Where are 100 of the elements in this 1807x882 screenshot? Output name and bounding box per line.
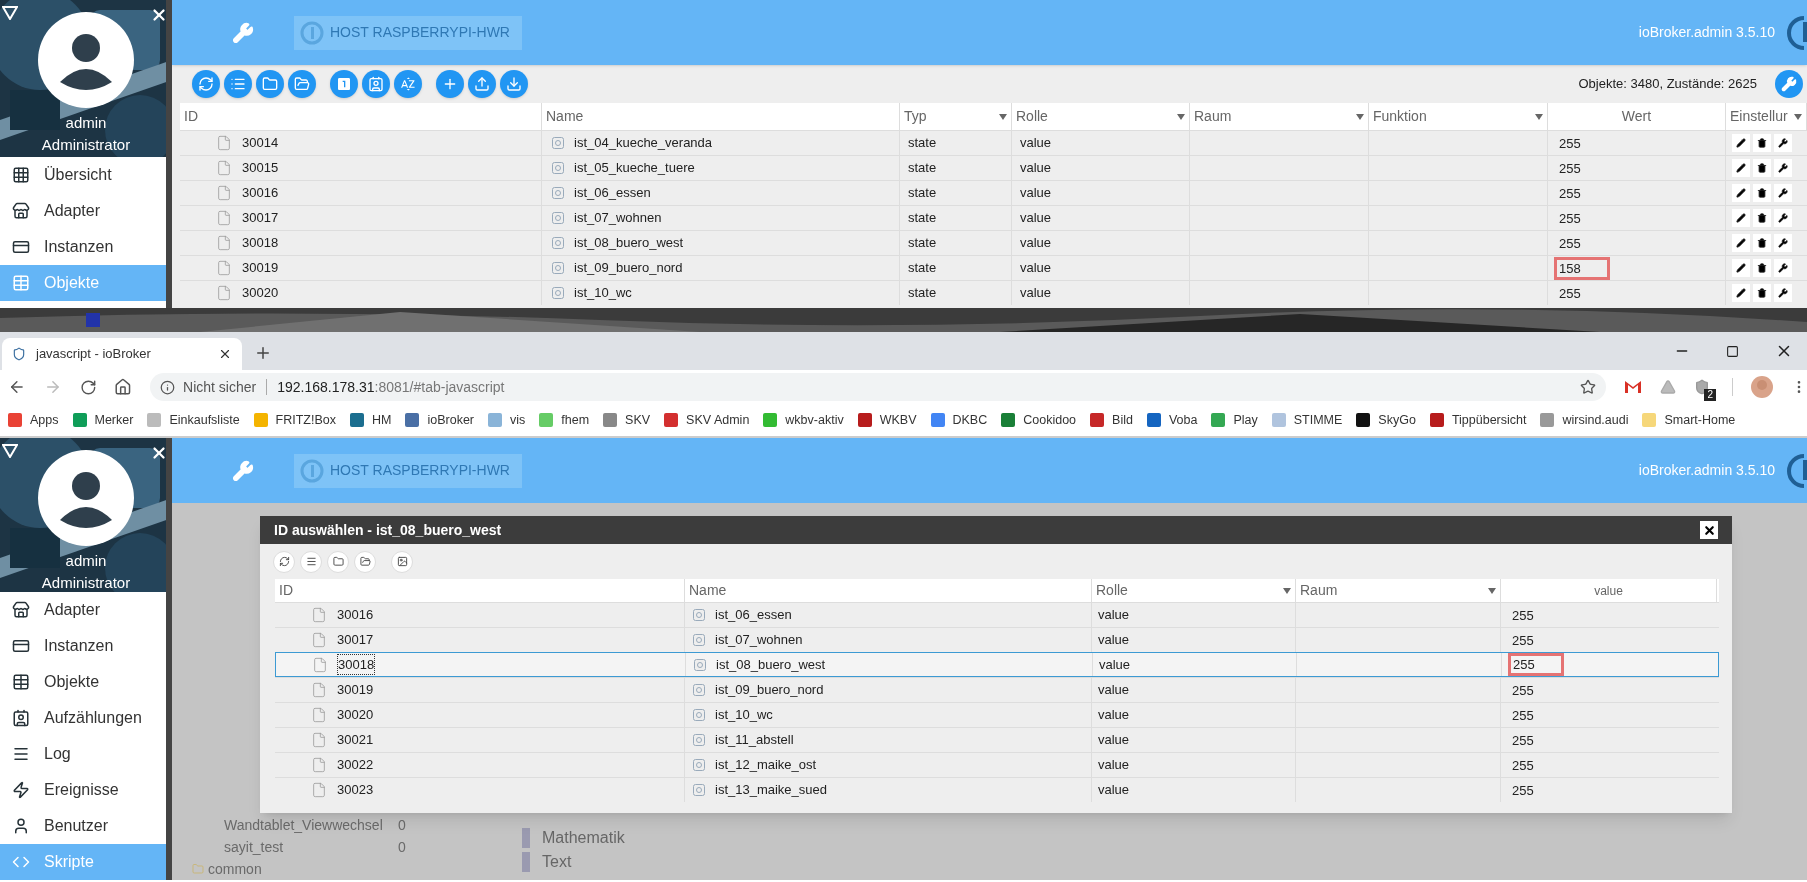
folder-button[interactable] — [256, 70, 284, 98]
table-row[interactable]: 30023 ist_13_maike_sued value 255 — [275, 777, 1719, 802]
bookmark[interactable]: SKV Admin — [664, 410, 750, 430]
folder-button[interactable] — [354, 550, 376, 573]
caret-icon[interactable] — [1356, 113, 1364, 120]
close-icon[interactable] — [150, 444, 168, 462]
mail-icon[interactable] — [1624, 380, 1642, 394]
folder-button[interactable] — [288, 70, 316, 98]
column-header[interactable]: ID — [275, 579, 685, 602]
settings-button[interactable] — [1774, 184, 1792, 202]
edit-button[interactable] — [1732, 259, 1750, 277]
bookmark-star-icon[interactable] — [1580, 379, 1596, 395]
edit-button[interactable] — [1732, 134, 1750, 152]
dropdown-icon[interactable] — [2, 444, 18, 458]
nav-item[interactable]: Übersicht — [0, 157, 166, 193]
bookmark[interactable]: WKBV — [857, 410, 917, 430]
number-button[interactable] — [330, 70, 358, 98]
bookmark[interactable]: fhem — [539, 410, 590, 430]
edit-button[interactable] — [1732, 159, 1750, 177]
nav-item[interactable]: Instanzen — [0, 628, 166, 664]
table-row[interactable]: 30022 ist_12_maike_ost value 255 — [275, 752, 1719, 777]
caret-icon[interactable] — [1283, 587, 1291, 594]
back-icon[interactable] — [8, 378, 26, 396]
settings-button[interactable] — [1774, 284, 1792, 302]
table-row[interactable]: 30016 ist_06_essen value 255 — [275, 602, 1719, 627]
download-button[interactable] — [500, 70, 528, 98]
column-header[interactable]: Name — [685, 579, 1092, 602]
settings-button[interactable] — [1774, 209, 1792, 227]
contact-button[interactable] — [362, 70, 390, 98]
info-icon[interactable] — [160, 379, 176, 395]
plus-button[interactable] — [436, 70, 464, 98]
browser-tab[interactable]: javascript - ioBroker — [2, 338, 242, 370]
new-tab-icon[interactable] — [254, 344, 272, 362]
bookmark[interactable]: Tippübersicht — [1429, 410, 1527, 430]
list-button[interactable] — [224, 70, 252, 98]
close-button[interactable] — [1700, 521, 1718, 539]
bookmark[interactable]: Bild — [1090, 410, 1133, 430]
nav-item[interactable]: Aufzählungen — [0, 700, 166, 736]
reload-icon[interactable] — [79, 378, 97, 396]
bookmark[interactable]: Smart-Home — [1642, 410, 1736, 430]
bookmark[interactable]: vis — [488, 410, 526, 430]
upload-button[interactable] — [468, 70, 496, 98]
home-icon[interactable] — [114, 378, 133, 396]
bookmark[interactable]: STIMME — [1271, 410, 1343, 430]
bookmark[interactable]: Apps — [8, 410, 59, 430]
refresh-button[interactable] — [192, 70, 220, 98]
delete-button[interactable] — [1753, 159, 1771, 177]
bookmark[interactable]: SKV — [603, 410, 651, 430]
bookmark[interactable]: ioBroker — [405, 410, 474, 430]
nav-item[interactable]: Ereignisse — [0, 772, 166, 808]
delete-button[interactable] — [1753, 259, 1771, 277]
address-bar[interactable]: Nicht sicher 192.168.178.31:8081/#tab-javascript — [150, 373, 1606, 401]
delete-button[interactable] — [1753, 184, 1771, 202]
refresh-button[interactable] — [273, 550, 295, 573]
edit-button[interactable] — [1732, 284, 1750, 302]
nav-item[interactable]: Log — [0, 736, 166, 772]
table-row[interactable]: 30019 ist_09_buero_nord value 255 — [275, 677, 1719, 702]
bookmark[interactable]: DKBC — [930, 410, 988, 430]
list-button[interactable] — [300, 550, 322, 573]
table-row[interactable]: 30020 ist_10_wc value 255 — [275, 702, 1719, 727]
bookmark[interactable]: wkbv-aktiv — [763, 410, 844, 430]
edit-button[interactable] — [1732, 234, 1750, 252]
close-icon[interactable] — [150, 6, 168, 24]
close-icon[interactable] — [218, 347, 232, 361]
nav-item[interactable]: Benutzer — [0, 808, 166, 844]
delete-button[interactable] — [1753, 234, 1771, 252]
bookmark[interactable]: Einkaufsliste — [147, 410, 240, 430]
column-header[interactable]: Raum — [1296, 579, 1501, 602]
delete-button[interactable] — [1753, 134, 1771, 152]
nav-item[interactable]: Adapter — [0, 592, 166, 628]
sort-button[interactable] — [394, 70, 422, 98]
settings-button[interactable] — [1774, 234, 1792, 252]
caret-icon[interactable] — [1488, 587, 1496, 594]
nav-item[interactable]: Instanzen — [0, 229, 166, 265]
settings-button[interactable] — [1774, 159, 1792, 177]
bookmark[interactable]: SkyGo — [1356, 410, 1416, 430]
nav-item[interactable]: Objekte — [0, 664, 166, 700]
table-row[interactable]: 30018 ist_08_buero_west value 255 — [275, 652, 1719, 677]
profile-avatar-icon[interactable] — [1751, 376, 1773, 398]
table-row[interactable]: 30021 ist_11_abstell value 255 — [275, 727, 1719, 752]
dropdown-icon[interactable] — [2, 6, 18, 20]
settings-button[interactable] — [1774, 259, 1792, 277]
caret-icon[interactable] — [1177, 113, 1185, 120]
bookmark[interactable]: Merker — [72, 410, 134, 430]
bookmark[interactable]: wirsind.audi — [1540, 410, 1629, 430]
edit-button[interactable] — [1732, 209, 1750, 227]
bookmark[interactable]: Voba — [1146, 410, 1198, 430]
column-header[interactable]: Rolle — [1092, 579, 1296, 602]
delete-button[interactable] — [1753, 209, 1771, 227]
settings-button[interactable] — [1774, 134, 1792, 152]
caret-icon[interactable] — [999, 113, 1007, 120]
nav-item[interactable]: Adapter — [0, 193, 166, 229]
bookmark[interactable]: HM — [350, 410, 392, 430]
bookmark[interactable]: Play — [1211, 410, 1258, 430]
image-button[interactable] — [391, 550, 413, 573]
caret-icon[interactable] — [1794, 113, 1802, 120]
bookmark[interactable]: Cookidoo — [1001, 410, 1077, 430]
delete-button[interactable] — [1753, 284, 1771, 302]
caret-icon[interactable] — [1535, 113, 1543, 120]
bookmark[interactable]: FRITZ!Box — [253, 410, 336, 430]
